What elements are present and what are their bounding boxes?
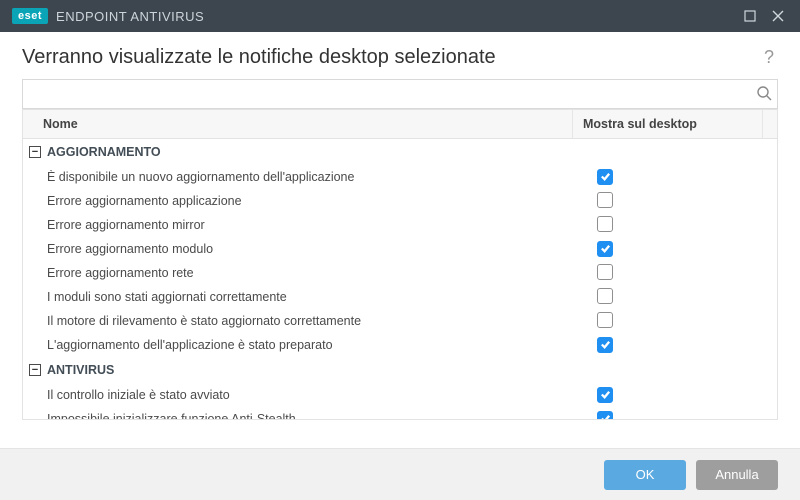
row-label: L'aggiornamento dell'applicazione è stat… <box>23 338 587 352</box>
row-checkbox-cell <box>587 387 777 404</box>
show-on-desktop-checkbox[interactable] <box>597 411 613 419</box>
group-row[interactable]: −AGGIORNAMENTO <box>23 139 777 165</box>
row-checkbox-cell <box>587 288 777 307</box>
help-button[interactable]: ? <box>760 47 778 68</box>
row-checkbox-cell <box>587 241 777 258</box>
dialog-footer: OK Annulla <box>0 448 800 500</box>
row-checkbox-cell <box>587 192 777 211</box>
row-label: Il motore di rilevamento è stato aggiorn… <box>23 314 587 328</box>
table-row: È disponibile un nuovo aggiornamento del… <box>23 165 777 189</box>
show-on-desktop-checkbox[interactable] <box>597 264 613 280</box>
row-label: Errore aggiornamento mirror <box>23 218 587 232</box>
table-row: L'aggiornamento dell'applicazione è stat… <box>23 333 777 357</box>
page-title: Verranno visualizzate le notifiche deskt… <box>22 46 760 69</box>
table-header: Nome Mostra sul desktop <box>23 109 777 139</box>
titlebar: eset ENDPOINT ANTIVIRUS <box>0 0 800 32</box>
row-checkbox-cell <box>587 216 777 235</box>
group-label: ANTIVIRUS <box>47 363 114 377</box>
search-icon[interactable] <box>756 85 772 104</box>
table-row: Il motore di rilevamento è stato aggiorn… <box>23 309 777 333</box>
collapse-icon[interactable]: − <box>29 364 41 376</box>
show-on-desktop-checkbox[interactable] <box>597 387 613 403</box>
window-maximize-button[interactable] <box>736 2 764 30</box>
search-row <box>22 79 778 109</box>
table-row: I moduli sono stati aggiornati correttam… <box>23 285 777 309</box>
ok-button[interactable]: OK <box>604 460 686 490</box>
show-on-desktop-checkbox[interactable] <box>597 216 613 232</box>
search-input[interactable] <box>22 79 778 109</box>
group-label: AGGIORNAMENTO <box>47 145 161 159</box>
row-checkbox-cell <box>587 337 777 354</box>
row-label: Errore aggiornamento rete <box>23 266 587 280</box>
row-checkbox-cell <box>587 312 777 331</box>
collapse-icon[interactable]: − <box>29 146 41 158</box>
dialog-header: Verranno visualizzate le notifiche deskt… <box>0 32 800 79</box>
square-icon <box>744 10 756 22</box>
column-name[interactable]: Nome <box>23 110 573 138</box>
show-on-desktop-checkbox[interactable] <box>597 241 613 257</box>
table-row: Errore aggiornamento mirror <box>23 213 777 237</box>
column-show[interactable]: Mostra sul desktop <box>573 110 763 138</box>
show-on-desktop-checkbox[interactable] <box>597 337 613 353</box>
table-row: Impossibile inizializzare funzione Anti-… <box>23 407 777 419</box>
show-on-desktop-checkbox[interactable] <box>597 312 613 328</box>
row-label: Errore aggiornamento applicazione <box>23 194 587 208</box>
window-close-button[interactable] <box>764 2 792 30</box>
group-row[interactable]: −ANTIVIRUS <box>23 357 777 383</box>
row-label: È disponibile un nuovo aggiornamento del… <box>23 170 587 184</box>
row-label: I moduli sono stati aggiornati correttam… <box>23 290 587 304</box>
row-checkbox-cell <box>587 169 777 186</box>
cancel-button[interactable]: Annulla <box>696 460 778 490</box>
table-row: Errore aggiornamento modulo <box>23 237 777 261</box>
brand-logo: eset <box>12 8 48 24</box>
table-row: Errore aggiornamento rete <box>23 261 777 285</box>
table-row: Errore aggiornamento applicazione <box>23 189 777 213</box>
row-label: Errore aggiornamento modulo <box>23 242 587 256</box>
row-label: Il controllo iniziale è stato avviato <box>23 388 587 402</box>
row-label: Impossibile inizializzare funzione Anti-… <box>23 412 587 419</box>
show-on-desktop-checkbox[interactable] <box>597 169 613 185</box>
notifications-table: Nome Mostra sul desktop −AGGIORNAMENTOÈ … <box>22 109 778 420</box>
table-body[interactable]: −AGGIORNAMENTOÈ disponibile un nuovo agg… <box>23 139 777 419</box>
close-icon <box>772 10 784 22</box>
row-checkbox-cell <box>587 264 777 283</box>
table-row: Il controllo iniziale è stato avviato <box>23 383 777 407</box>
show-on-desktop-checkbox[interactable] <box>597 192 613 208</box>
app-name: ENDPOINT ANTIVIRUS <box>56 9 204 24</box>
row-checkbox-cell <box>587 411 777 419</box>
show-on-desktop-checkbox[interactable] <box>597 288 613 304</box>
